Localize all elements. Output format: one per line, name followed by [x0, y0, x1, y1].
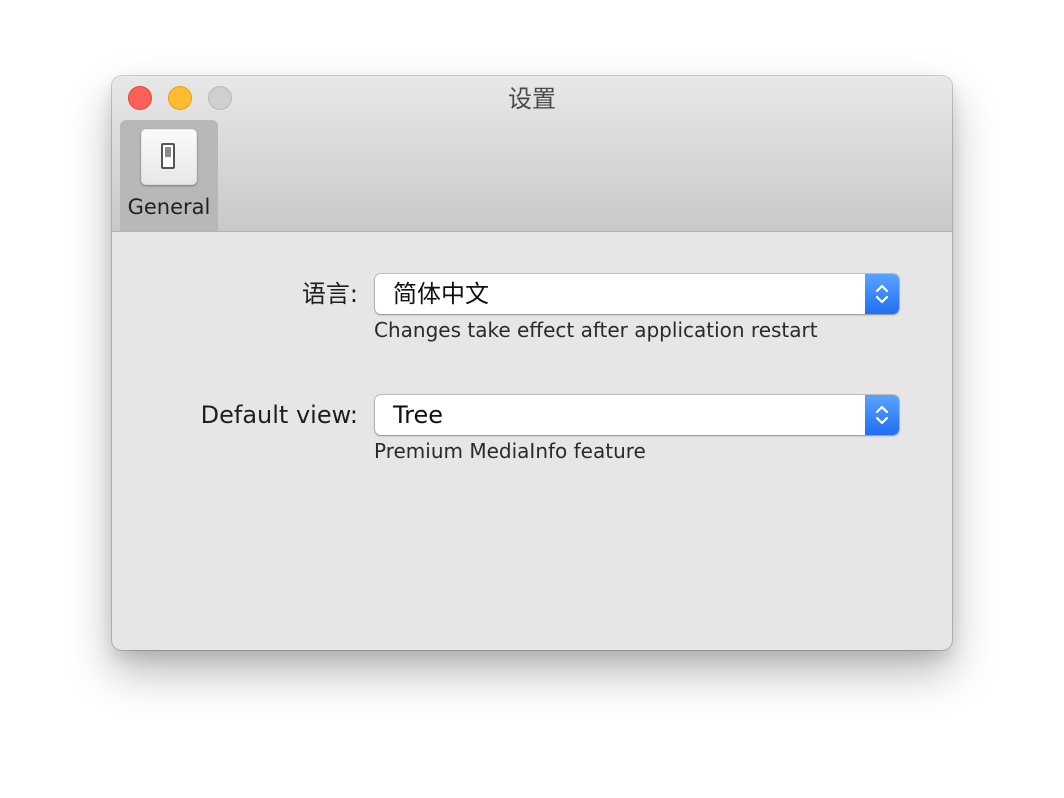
language-popup[interactable]: 简体中文: [375, 274, 899, 314]
preferences-window: 设置 General 语言: 简体中文 Changes take effect …: [112, 76, 952, 650]
language-hint: Changes take effect after application re…: [374, 318, 818, 342]
popup-chevrons-icon: [865, 274, 899, 314]
popup-chevrons-icon: [865, 395, 899, 435]
title-bar: 设置 General: [112, 76, 952, 232]
default-view-hint: Premium MediaInfo feature: [374, 439, 646, 463]
default-view-label: Default view:: [200, 401, 358, 429]
settings-pane: 语言: 简体中文 Changes take effect after appli…: [112, 232, 952, 650]
default-view-popup[interactable]: Tree: [375, 395, 899, 435]
light-switch-icon: [141, 129, 197, 185]
language-label: 语言:: [301, 280, 358, 308]
default-view-value: Tree: [393, 401, 444, 429]
toolbar-item-label: General: [127, 195, 211, 219]
language-value: 简体中文: [393, 280, 489, 308]
toolbar-item-general[interactable]: General: [120, 120, 218, 231]
window-title: 设置: [508, 85, 556, 113]
